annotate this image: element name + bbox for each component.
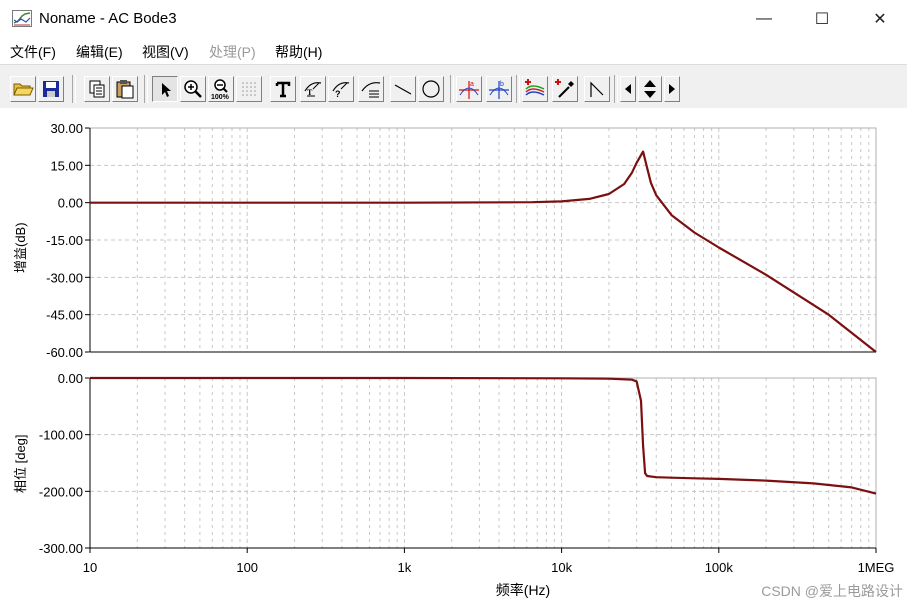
window-title: Noname - AC Bode3 <box>39 10 177 27</box>
phase-y-tick-label: -200.00 <box>39 484 83 499</box>
menu-bar: 文件(F) 编辑(E) 视图(V) 处理(P) 帮助(H) <box>0 38 907 64</box>
phase-series-line <box>90 376 877 495</box>
zoom-100-icon: 100% <box>211 79 230 101</box>
cursor-b-icon: b <box>489 81 509 99</box>
x-tick-label: 1k <box>398 560 412 575</box>
app-bode-icon <box>12 10 32 27</box>
zoom-in-icon <box>184 80 202 98</box>
scroll-updown-icon <box>644 80 656 98</box>
svg-text:?: ? <box>335 89 341 99</box>
probe-button[interactable] <box>552 76 578 102</box>
x-tick-label: 100k <box>705 560 734 575</box>
menu-edit[interactable]: 编辑(E) <box>76 42 123 62</box>
phase-y-tick-label: 0.00 <box>58 371 83 386</box>
minimize-icon: — <box>756 10 772 27</box>
label-curve-icon: T <box>304 82 322 97</box>
toolbar-separator <box>144 75 148 103</box>
menu-view[interactable]: 视图(V) <box>142 42 189 62</box>
close-icon: ✕ <box>873 11 887 28</box>
gain-y-tick-label: 15.00 <box>50 158 83 173</box>
select-arrow-icon <box>162 83 171 97</box>
scroll-left-button[interactable] <box>620 76 636 102</box>
phase-plot-frame <box>89 377 877 549</box>
gain-y-tick-label: -30.00 <box>46 270 83 285</box>
scroll-left-icon <box>625 84 631 94</box>
svg-text:b: b <box>500 81 504 88</box>
bode-plot-area: 增益(dB) 相位 [deg] 30.00 15.00 0.00 -15.00 -30.… <box>0 108 907 607</box>
label-box-icon <box>361 82 381 98</box>
open-button[interactable] <box>10 76 36 102</box>
svg-text:a: a <box>470 81 474 88</box>
maximize-icon: ☐ <box>814 11 830 28</box>
paste-button[interactable] <box>112 76 138 102</box>
phase-y-tick-label: -100.00 <box>39 428 83 443</box>
paste-icon <box>116 80 134 99</box>
toolbar-separator <box>614 75 618 103</box>
line-button[interactable] <box>390 76 416 102</box>
close-button[interactable]: ✕ <box>856 0 904 38</box>
line-icon <box>394 84 412 95</box>
ellipse-button[interactable] <box>418 76 444 102</box>
gain-y-tick-label: 0.00 <box>58 196 83 211</box>
text-button[interactable] <box>270 76 296 102</box>
label-question-icon: ? <box>332 82 350 99</box>
x-tick-label: 1MEG <box>858 560 895 575</box>
polyline-icon <box>590 81 604 97</box>
save-button[interactable] <box>38 76 64 102</box>
gain-series-line <box>90 150 877 353</box>
label-question-button[interactable]: ? <box>328 76 354 102</box>
gain-y-tick-label: -15.00 <box>46 233 83 248</box>
select-button[interactable] <box>152 76 178 102</box>
menu-help[interactable]: 帮助(H) <box>275 42 322 62</box>
zoom-100-button[interactable]: 100% <box>208 76 234 102</box>
bode-chart[interactable]: 30.00 15.00 0.00 -15.00 -30.00 -45.00 -60.00 0.… <box>0 108 907 607</box>
svg-text:T: T <box>307 88 313 97</box>
cursor-b-button[interactable]: b <box>486 76 512 102</box>
save-icon <box>43 81 59 97</box>
text-icon <box>275 81 291 98</box>
scroll-right-button[interactable] <box>664 76 680 102</box>
toolbar-separator <box>516 75 520 103</box>
minimize-button[interactable]: — <box>740 0 788 38</box>
ellipse-icon <box>422 80 440 98</box>
probe-icon <box>555 79 574 98</box>
cursor-a-button[interactable]: a <box>456 76 482 102</box>
x-tick-label: 100 <box>236 560 258 575</box>
scroll-right-icon <box>669 84 675 94</box>
maximize-button[interactable]: ☐ <box>798 0 846 38</box>
toolbar-separator <box>450 75 454 103</box>
copy-icon <box>89 80 105 98</box>
grid-button[interactable] <box>236 76 262 102</box>
cursor-a-icon: a <box>459 81 479 99</box>
grid-icon <box>242 82 256 96</box>
menu-process[interactable]: 处理(P) <box>209 42 256 62</box>
label-curve-button[interactable]: T <box>300 76 326 102</box>
svg-text:100%: 100% <box>211 94 230 101</box>
watermark-text: CSDN @爱上电路设计 <box>761 583 903 599</box>
copy-button[interactable] <box>84 76 110 102</box>
scroll-updown-button[interactable] <box>638 76 662 102</box>
add-curves-icon <box>525 79 545 96</box>
polyline-button[interactable] <box>584 76 610 102</box>
x-tick-label: 10k <box>551 560 572 575</box>
gain-y-tick-label: -60.00 <box>46 345 83 360</box>
toolbar: 100% T ? a b <box>0 64 907 110</box>
gain-y-tick-label: -45.00 <box>46 308 83 323</box>
add-curves-button[interactable] <box>522 76 548 102</box>
menu-file[interactable]: 文件(F) <box>10 42 56 62</box>
x-axis-label: 频率(Hz) <box>496 582 550 598</box>
gain-y-tick-label: 30.00 <box>50 121 83 136</box>
zoom-in-button[interactable] <box>180 76 206 102</box>
toolbar-separator <box>72 75 76 103</box>
label-box-button[interactable] <box>358 76 384 102</box>
phase-y-tick-label: -300.00 <box>39 541 83 556</box>
x-tick-label: 10 <box>83 560 97 575</box>
open-folder-icon <box>13 83 34 96</box>
title-bar: Noname - AC Bode3 — ☐ ✕ <box>0 0 907 38</box>
